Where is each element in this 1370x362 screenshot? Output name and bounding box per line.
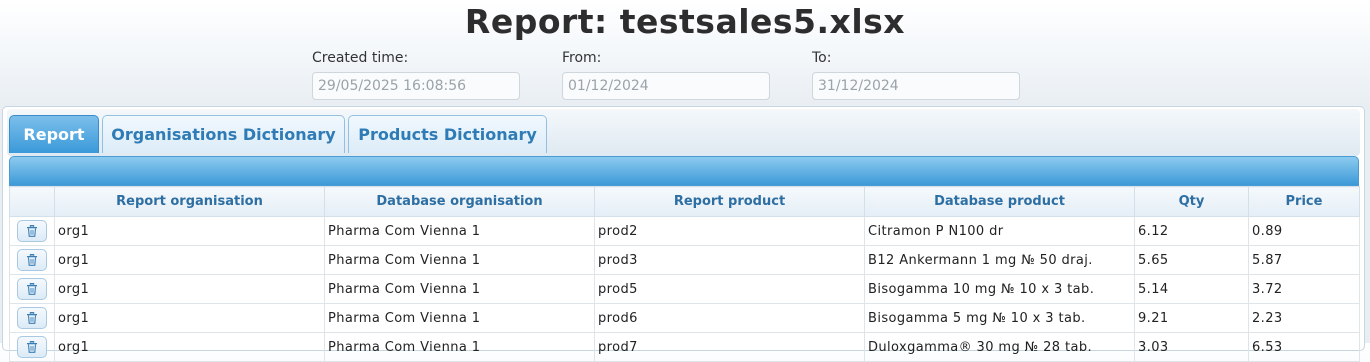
delete-row-button[interactable]	[17, 220, 47, 242]
cell-database-product[interactable]: Bisogamma 10 mg № 10 x 3 tab.	[864, 274, 1135, 304]
cell-qty[interactable]: 3.03	[1134, 332, 1249, 362]
tab-organisations-dictionary[interactable]: Organisations Dictionary	[102, 115, 345, 153]
delete-row-button[interactable]	[17, 278, 47, 300]
trash-icon	[27, 225, 37, 237]
cell-price[interactable]: 0.89	[1248, 216, 1360, 246]
delete-row-button[interactable]	[17, 336, 47, 358]
cell-database-organisation[interactable]: Pharma Com Vienna 1	[324, 303, 595, 333]
column-header-report-product[interactable]: Report product	[594, 186, 865, 217]
column-header-qty[interactable]: Qty	[1134, 186, 1249, 217]
cell-database-organisation[interactable]: Pharma Com Vienna 1	[324, 245, 595, 275]
created-time-label: Created time:	[312, 50, 409, 66]
table-row[interactable]: org1 Pharma Com Vienna 1 prod2 Citramon …	[9, 216, 1360, 246]
column-header-database-product[interactable]: Database product	[864, 186, 1135, 217]
column-header-database-organisation[interactable]: Database organisation	[324, 186, 595, 217]
from-date-input[interactable]	[562, 72, 770, 100]
table-row[interactable]: org1 Pharma Com Vienna 1 prod5 Bisogamma…	[9, 274, 1360, 304]
cell-price[interactable]: 5.87	[1248, 245, 1360, 275]
from-field: From:	[562, 50, 770, 100]
row-actions-cell	[9, 274, 55, 304]
to-field: To:	[812, 50, 1020, 100]
cell-report-product[interactable]: prod2	[594, 216, 865, 246]
tab-report[interactable]: Report	[9, 115, 99, 153]
cell-qty[interactable]: 9.21	[1134, 303, 1249, 333]
delete-row-button[interactable]	[17, 307, 47, 329]
column-header-actions	[9, 186, 55, 217]
cell-report-product[interactable]: prod3	[594, 245, 865, 275]
row-actions-cell	[9, 332, 55, 362]
tab-products-dictionary[interactable]: Products Dictionary	[348, 115, 547, 153]
row-actions-cell	[9, 303, 55, 333]
cell-report-product[interactable]: prod5	[594, 274, 865, 304]
cell-price[interactable]: 6.53	[1248, 332, 1360, 362]
table-row[interactable]: org1 Pharma Com Vienna 1 prod7 Duloxgamm…	[9, 332, 1360, 362]
column-header-price[interactable]: Price	[1248, 186, 1360, 217]
cell-database-organisation[interactable]: Pharma Com Vienna 1	[324, 216, 595, 246]
cell-report-product[interactable]: prod6	[594, 303, 865, 333]
cell-database-product[interactable]: B12 Ankermann 1 mg № 50 draj.	[864, 245, 1135, 275]
to-date-input[interactable]	[812, 72, 1020, 100]
cell-qty[interactable]: 5.65	[1134, 245, 1249, 275]
cell-report-organisation[interactable]: org1	[54, 303, 325, 333]
row-actions-cell	[9, 245, 55, 275]
delete-row-button[interactable]	[17, 249, 47, 271]
cell-qty[interactable]: 5.14	[1134, 274, 1249, 304]
report-grid: Report organisation Database organisatio…	[9, 156, 1360, 362]
table-row[interactable]: org1 Pharma Com Vienna 1 prod6 Bisogamma…	[9, 303, 1360, 333]
tab-bar: Report Organisations Dictionary Products…	[7, 109, 1360, 156]
report-table: Report organisation Database organisatio…	[9, 186, 1360, 362]
cell-report-product[interactable]: prod7	[594, 332, 865, 362]
cell-report-organisation[interactable]: org1	[54, 332, 325, 362]
cell-database-product[interactable]: Citramon P N100 dr	[864, 216, 1135, 246]
cell-price[interactable]: 3.72	[1248, 274, 1360, 304]
table-header-row: Report organisation Database organisatio…	[9, 186, 1360, 217]
created-time-input[interactable]	[312, 72, 520, 100]
created-time-field: Created time:	[312, 50, 520, 100]
from-label: From:	[562, 50, 602, 66]
cell-report-organisation[interactable]: org1	[54, 245, 325, 275]
cell-database-product[interactable]: Duloxgamma® 30 mg № 28 tab.	[864, 332, 1135, 362]
cell-database-organisation[interactable]: Pharma Com Vienna 1	[324, 274, 595, 304]
grid-caption-bar	[9, 156, 1359, 186]
table-body: org1 Pharma Com Vienna 1 prod2 Citramon …	[9, 216, 1360, 362]
table-row[interactable]: org1 Pharma Com Vienna 1 prod3 B12 Anker…	[9, 245, 1360, 275]
trash-icon	[27, 254, 37, 266]
row-actions-cell	[9, 216, 55, 246]
to-label: To:	[812, 50, 832, 66]
cell-price[interactable]: 2.23	[1248, 303, 1360, 333]
tabs-panel: Report Organisations Dictionary Products…	[2, 106, 1365, 362]
cell-database-organisation[interactable]: Pharma Com Vienna 1	[324, 332, 595, 362]
cell-report-organisation[interactable]: org1	[54, 216, 325, 246]
cell-qty[interactable]: 6.12	[1134, 216, 1249, 246]
trash-icon	[27, 283, 37, 295]
cell-report-organisation[interactable]: org1	[54, 274, 325, 304]
trash-icon	[27, 312, 37, 324]
column-header-report-organisation[interactable]: Report organisation	[54, 186, 325, 217]
cell-database-product[interactable]: Bisogamma 5 mg № 10 x 3 tab.	[864, 303, 1135, 333]
page-title: Report: testsales5.xlsx	[464, 2, 906, 41]
